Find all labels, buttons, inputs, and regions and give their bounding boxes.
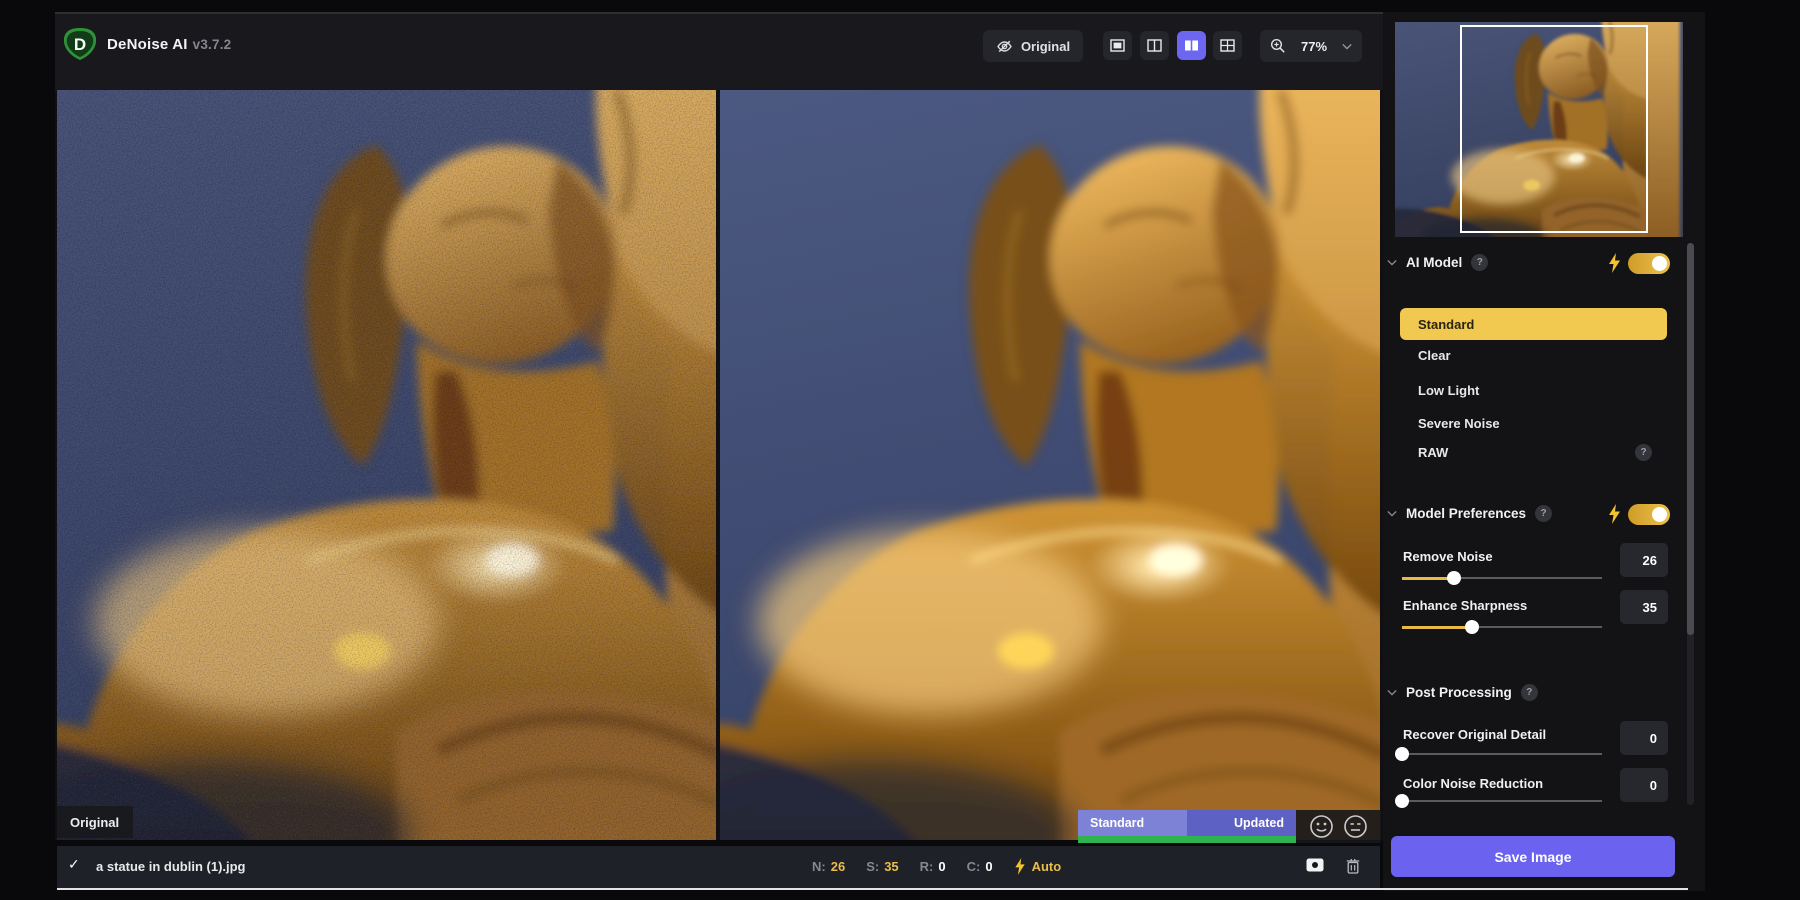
color-noise-reduction-value[interactable]: 0: [1620, 768, 1668, 802]
original-image-panel[interactable]: [57, 90, 716, 840]
original-statue-image: [57, 90, 716, 840]
filename-label: a statue in dublin (1).jpg: [96, 859, 246, 874]
sharpness-stat: S:35: [866, 859, 898, 874]
color-stat: C:0: [967, 859, 993, 874]
chevron-down-icon: [1387, 510, 1397, 517]
single-view-icon: [1110, 39, 1125, 52]
app-title: DeNoise AIv3.7.2: [107, 36, 231, 53]
side-by-side-view-icon: [1184, 39, 1199, 52]
enhance-sharpness-value[interactable]: 35: [1620, 590, 1668, 624]
model-item-low-light[interactable]: Low Light: [1400, 375, 1667, 405]
neutral-face-icon[interactable]: [1343, 814, 1368, 839]
noise-stat: N:26: [812, 859, 845, 874]
scrollbar-thumb[interactable]: [1687, 243, 1694, 635]
window-bottom-edge: [57, 888, 1688, 890]
slider-thumb[interactable]: [1447, 571, 1461, 585]
denoised-statue-image: [720, 90, 1380, 840]
original-panel-label: Original: [57, 806, 133, 838]
remove-noise-label: Remove Noise: [1403, 549, 1493, 564]
color-noise-reduction-label: Color Noise Reduction: [1403, 776, 1543, 791]
file-check-icon: ✓: [68, 856, 80, 873]
zoom-control[interactable]: 77%: [1260, 30, 1362, 62]
eye-off-icon: [996, 39, 1013, 54]
ai-model-section-header[interactable]: AI Model ?: [1387, 254, 1488, 271]
badge-model-name: Standard: [1078, 810, 1187, 836]
view-mode-split-button[interactable]: [1140, 31, 1169, 60]
settings-summary: N:26 S:35 R:0 C:0 Auto: [812, 858, 1061, 875]
model-item-clear[interactable]: Clear: [1400, 340, 1667, 370]
viewport-rectangle[interactable]: [1460, 25, 1648, 233]
happy-face-icon[interactable]: [1309, 814, 1334, 839]
svg-text:D: D: [74, 35, 86, 54]
preview-toggle-icon[interactable]: [1306, 858, 1324, 872]
lightning-bolt-icon: [1014, 858, 1026, 875]
post-processing-section-header[interactable]: Post Processing ?: [1387, 684, 1538, 701]
zoom-in-icon: [1270, 38, 1286, 54]
processed-image-panel[interactable]: [720, 90, 1380, 840]
raw-help-icon[interactable]: ?: [1635, 444, 1652, 461]
file-status-bar: [57, 846, 1380, 888]
model-preferences-section-header[interactable]: Model Preferences ?: [1387, 505, 1552, 522]
ai-model-help-icon[interactable]: ?: [1471, 254, 1488, 271]
ai-model-auto-toggle[interactable]: [1628, 253, 1670, 274]
show-original-button[interactable]: Original: [983, 30, 1083, 62]
badge-status: Updated: [1187, 810, 1296, 836]
recover-stat: R:0: [920, 859, 946, 874]
split-view-icon: [1147, 39, 1162, 52]
processing-progress-bar: [1078, 836, 1296, 843]
view-mode-comparison-button[interactable]: [1213, 31, 1242, 60]
recover-original-detail-label: Recover Original Detail: [1403, 727, 1546, 742]
app-version: v3.7.2: [193, 37, 232, 52]
model-item-severe-noise[interactable]: Severe Noise: [1400, 408, 1667, 438]
chevron-down-icon: [1342, 43, 1352, 50]
post-processing-help-icon[interactable]: ?: [1521, 684, 1538, 701]
slider-thumb[interactable]: [1395, 747, 1409, 761]
chevron-down-icon: [1387, 689, 1397, 696]
trash-icon[interactable]: [1346, 858, 1360, 874]
recover-original-detail-value[interactable]: 0: [1620, 721, 1668, 755]
comparison-view-icon: [1220, 39, 1235, 52]
view-mode-single-button[interactable]: [1103, 31, 1132, 60]
sidebar-scrollbar[interactable]: [1687, 243, 1694, 805]
app-window: D DeNoise AIv3.7.2 Original: [0, 0, 1800, 900]
app-logo-icon: D: [62, 26, 98, 62]
slider-thumb[interactable]: [1395, 794, 1409, 808]
feedback-buttons: [1296, 810, 1381, 843]
lightning-bolt-icon: [1608, 253, 1621, 273]
model-item-standard[interactable]: Standard: [1400, 308, 1667, 340]
enhance-sharpness-label: Enhance Sharpness: [1403, 598, 1527, 613]
recover-original-detail-slider[interactable]: [1402, 747, 1602, 761]
view-mode-side-by-side-button[interactable]: [1177, 31, 1206, 60]
remove-noise-slider[interactable]: [1402, 571, 1602, 585]
enhance-sharpness-slider[interactable]: [1402, 620, 1602, 634]
chevron-down-icon: [1387, 259, 1397, 266]
model-preferences-auto-toggle[interactable]: [1628, 504, 1670, 525]
result-badge: Standard Updated: [1078, 810, 1296, 836]
color-noise-reduction-slider[interactable]: [1402, 794, 1602, 808]
model-preferences-help-icon[interactable]: ?: [1535, 505, 1552, 522]
slider-thumb[interactable]: [1465, 620, 1479, 634]
auto-settings-indicator[interactable]: Auto: [1014, 858, 1062, 875]
save-image-button[interactable]: Save Image: [1391, 836, 1675, 877]
model-item-raw[interactable]: RAW ?: [1400, 437, 1667, 467]
zoom-level-value: 77%: [1301, 39, 1327, 54]
navigation-thumbnail[interactable]: [1395, 22, 1683, 237]
remove-noise-value[interactable]: 26: [1620, 543, 1668, 577]
lightning-bolt-icon: [1608, 504, 1621, 524]
